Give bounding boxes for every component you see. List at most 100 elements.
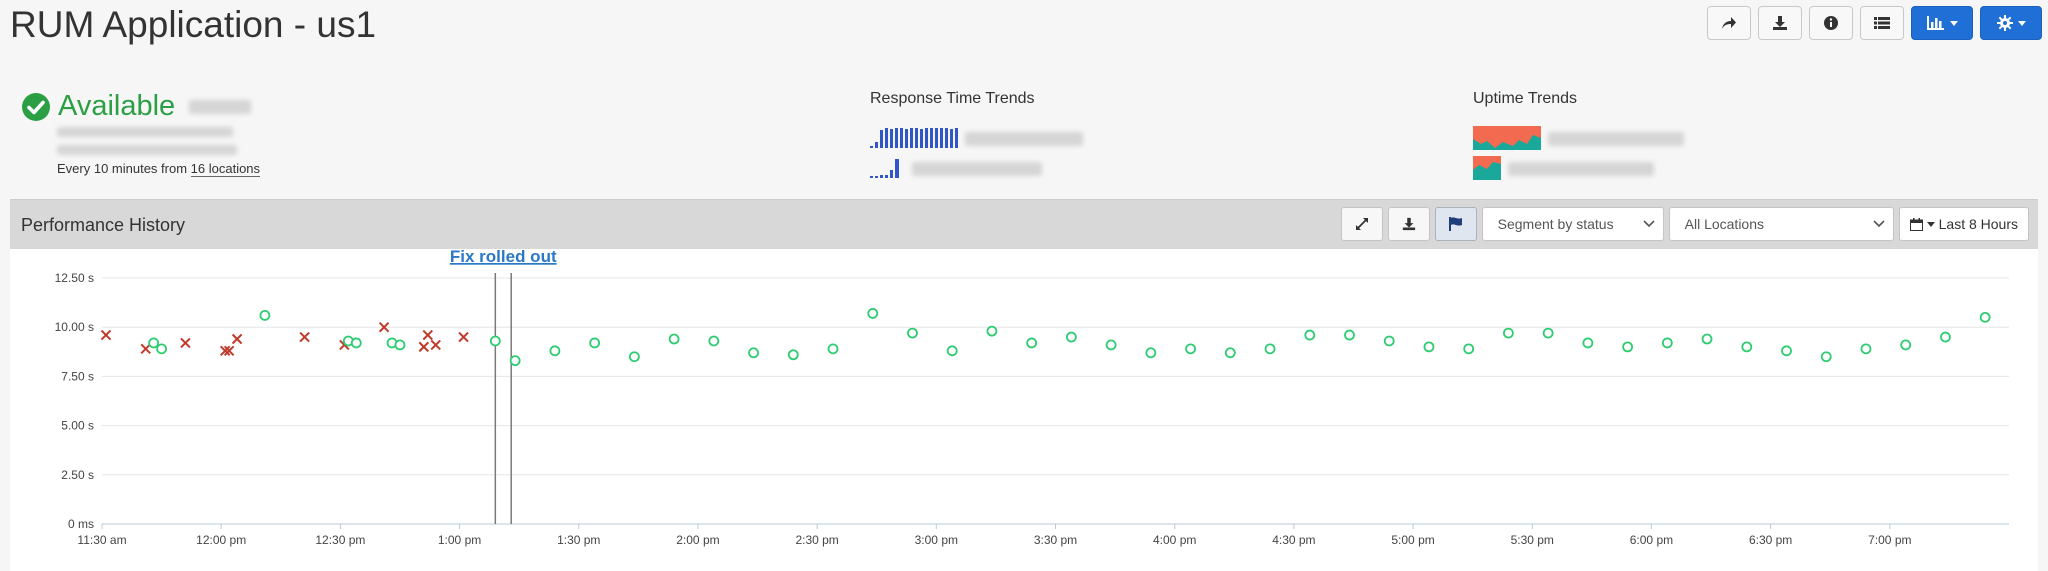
success-point: [1344, 329, 1355, 341]
success-point: [946, 345, 958, 357]
expand-icon: [1355, 218, 1368, 230]
x-tick-label: 11:30 am: [77, 533, 126, 547]
success-point: [1145, 347, 1157, 359]
y-tick-label: 0 ms: [68, 517, 94, 531]
bar-chart-icon: [1926, 16, 1944, 30]
success-point: [1582, 337, 1594, 349]
scatter-plot: 0 ms 2.50 s 5.00 s 7.50 s 10.00 s 12.50 s 11:3…: [55, 249, 2009, 547]
caret-down-icon: [1926, 221, 1935, 227]
chart-controls: Segment by status All Locations Last 8 H…: [1340, 207, 2029, 241]
annotations-toggle-button[interactable]: [1434, 207, 1477, 241]
time-range-button[interactable]: Last 8 Hours: [1898, 207, 2029, 241]
segment-by-select[interactable]: Segment by status: [1481, 207, 1664, 241]
download-icon: [1773, 16, 1787, 30]
success-point: [1940, 331, 1951, 343]
failed-point: [100, 329, 112, 341]
chevron-down-icon: [1873, 220, 1885, 228]
x-tick-label: 1:30 pm: [557, 533, 600, 547]
success-point: [867, 308, 879, 319]
failed-point: [458, 331, 469, 343]
success-point: [748, 347, 759, 359]
download-icon: [1402, 217, 1415, 231]
uptime-sparkline: [1473, 126, 1541, 150]
y-tick-label: 12.50 s: [55, 271, 94, 285]
success-point: [1781, 345, 1792, 357]
y-tick-label: 7.50 s: [61, 369, 94, 383]
success-point: [1463, 343, 1475, 355]
success-point: [1026, 337, 1038, 349]
success-point: [1900, 339, 1912, 351]
x-tick-label: 6:00 pm: [1630, 533, 1673, 547]
check-frequency: Every 10 minutes from 16 locations: [57, 161, 261, 177]
expand-button[interactable]: [1340, 207, 1383, 241]
uptime-trends-title: Uptime Trends: [1473, 90, 1578, 107]
top-toolbar: [1707, 6, 2042, 40]
share-icon: [1722, 17, 1736, 29]
success-point: [628, 351, 640, 363]
x-tick-label: 4:00 pm: [1153, 533, 1196, 547]
x-tick-label: 4:30 pm: [1272, 533, 1315, 547]
redacted-text: [57, 145, 237, 155]
success-point: [1503, 327, 1514, 339]
time-range-label: Last 8 Hours: [1938, 216, 2018, 232]
failed-point: [140, 343, 151, 355]
segment-by-value: Segment by status: [1497, 216, 1614, 232]
caret-down-icon: [1949, 20, 1958, 26]
locations-link[interactable]: 16 locations: [190, 161, 261, 177]
performance-history-title: Performance History: [21, 215, 186, 235]
success-point: [986, 325, 998, 337]
x-tick-label: 2:30 pm: [795, 533, 838, 547]
success-point: [1383, 335, 1395, 347]
success-point: [350, 337, 362, 349]
page-title: RUM Application - us1: [10, 4, 377, 45]
success-point: [1423, 341, 1435, 353]
flag-icon: [1448, 217, 1462, 231]
chart-menu-button[interactable]: [1911, 6, 1973, 40]
location-select[interactable]: All Locations: [1668, 207, 1894, 241]
success-point: [259, 309, 271, 321]
success-point: [827, 343, 839, 355]
success-point: [489, 335, 501, 347]
y-tick-label: 10.00 s: [55, 320, 94, 334]
download-button[interactable]: [1758, 6, 1802, 40]
redacted-text: [189, 99, 252, 114]
success-point: [708, 335, 720, 347]
redacted-text: [1548, 132, 1684, 146]
redacted-text: [965, 132, 1083, 146]
performance-history-header: Performance History Segment by status Al…: [10, 199, 2038, 249]
failed-point: [231, 333, 243, 345]
x-tick-label: 12:00 pm: [196, 533, 246, 547]
success-point: [1542, 327, 1554, 339]
success-point: [1622, 341, 1633, 353]
success-point: [1185, 343, 1196, 355]
info-button[interactable]: [1809, 6, 1853, 40]
success-point: [1105, 339, 1117, 351]
failed-point: [180, 337, 191, 349]
gear-icon: [1996, 15, 2013, 31]
status-label: Available: [58, 90, 176, 122]
success-point: [907, 327, 918, 339]
success-point: [1065, 331, 1077, 343]
share-button[interactable]: [1707, 6, 1751, 40]
success-point: [394, 339, 406, 351]
success-point: [156, 343, 167, 355]
settings-menu-button[interactable]: [1980, 6, 2042, 40]
success-point: [1304, 329, 1316, 341]
check-circle-icon: [22, 92, 50, 121]
x-tick-label: 3:00 pm: [915, 533, 958, 547]
list-button[interactable]: [1860, 6, 1904, 40]
performance-history-chart: 0 ms 2.50 s 5.00 s 7.50 s 10.00 s 12.50 s 11:3…: [10, 249, 2038, 571]
y-tick-label: 2.50 s: [61, 468, 94, 482]
export-button[interactable]: [1387, 207, 1430, 241]
x-tick-label: 1:00 pm: [438, 533, 481, 547]
success-point: [549, 345, 561, 357]
success-point: [589, 337, 601, 349]
annotation-label: Fix rolled out: [450, 249, 557, 266]
success-point: [1741, 341, 1753, 353]
calendar-icon: [1909, 217, 1923, 231]
success-point: [668, 333, 680, 345]
uptime-sparkline-2: [1473, 156, 1501, 180]
failed-point: [299, 331, 310, 343]
frequency-text: Every 10 minutes from: [57, 161, 191, 176]
x-tick-label: 5:00 pm: [1391, 533, 1434, 547]
